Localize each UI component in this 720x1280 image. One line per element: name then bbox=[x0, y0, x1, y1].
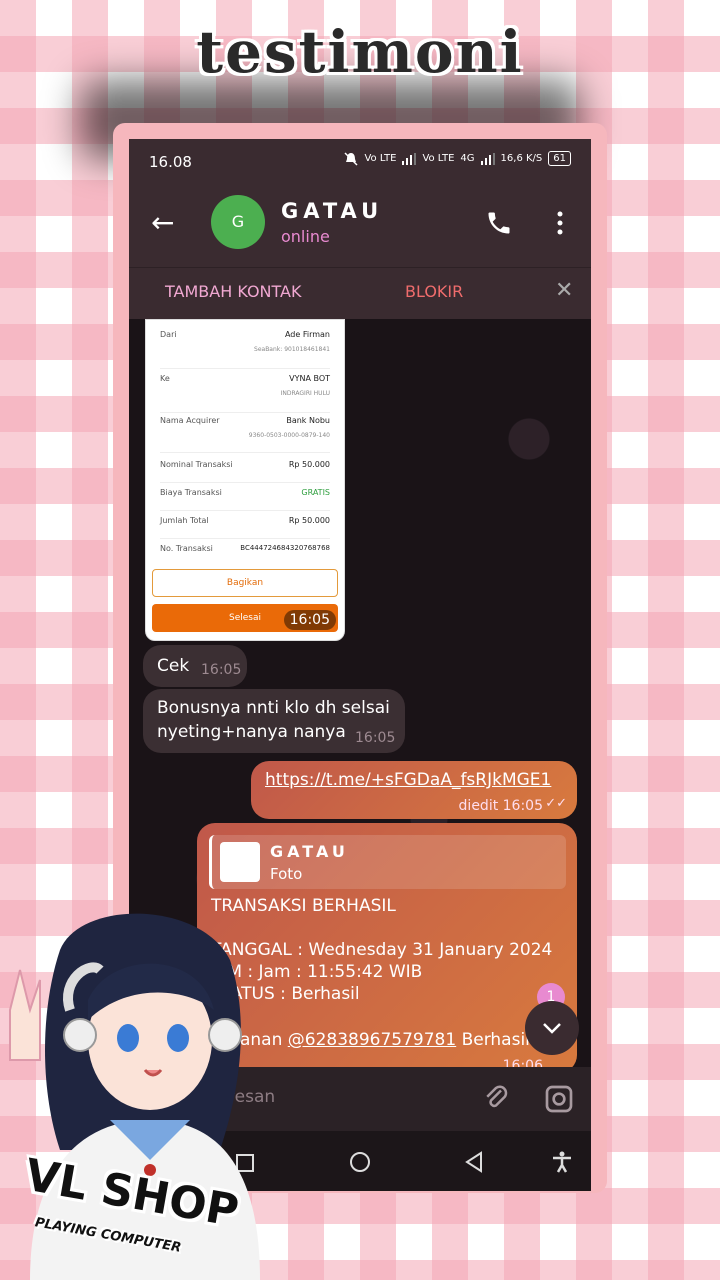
receipt-label: Dari bbox=[160, 330, 177, 339]
contact-status: online bbox=[281, 227, 330, 246]
receipt-row: Biaya Transaksi GRATIS bbox=[160, 488, 330, 511]
chevron-down-icon bbox=[543, 1023, 561, 1034]
receipt-label: Nominal Transaksi bbox=[160, 460, 233, 469]
message-text: nyeting+nanya nanya bbox=[157, 722, 346, 742]
message-time: 16:05 bbox=[201, 662, 242, 678]
incoming-message[interactable]: Cek 16:05 bbox=[143, 645, 247, 687]
message-text: Berhasil bbox=[456, 1030, 530, 1050]
page-title: testimoni bbox=[196, 18, 524, 86]
receipt-label: Biaya Transaksi bbox=[160, 488, 222, 497]
receipt-sub: SeaBank: 901018461841 bbox=[254, 346, 330, 353]
network-label-2: Vo LTE bbox=[422, 153, 455, 164]
back-arrow-icon[interactable]: ← bbox=[151, 209, 174, 237]
block-button[interactable]: BLOKIR bbox=[405, 282, 463, 301]
message-time: 16:05 bbox=[355, 730, 396, 746]
more-menu-icon[interactable] bbox=[553, 209, 567, 237]
double-check-icon: ✓✓ bbox=[545, 796, 567, 811]
receipt-label: Nama Acquirer bbox=[160, 416, 220, 425]
message-text: Cek bbox=[157, 656, 190, 676]
camera-icon[interactable] bbox=[543, 1083, 575, 1115]
outgoing-message[interactable]: https://t.me/+sFGDaA_fsRJkMGE1 diedit 16… bbox=[251, 761, 577, 819]
avatar[interactable]: G bbox=[211, 195, 265, 249]
status-time: 16.08 bbox=[149, 153, 192, 171]
network-label-3: 4G bbox=[460, 153, 475, 164]
reply-thumbnail bbox=[220, 842, 260, 882]
incoming-message[interactable]: Bonusnya nnti klo dh selsai nyeting+nany… bbox=[143, 689, 405, 753]
receipt-label: No. Transaksi bbox=[160, 544, 213, 553]
receipt-value: BC444724684320768768 bbox=[240, 544, 330, 552]
receipt-sub: 9360-0503-0000-0879-140 bbox=[248, 432, 330, 439]
receipt-row: Dari Ade Firman SeaBank: 901018461841 bbox=[160, 330, 330, 369]
reply-name: GATAU bbox=[270, 842, 349, 861]
receipt-value: Ade Firman bbox=[284, 330, 330, 339]
receipt-value: VYNA BOT bbox=[289, 374, 330, 383]
home-icon[interactable] bbox=[349, 1151, 371, 1173]
share-button: Bagikan bbox=[152, 569, 338, 597]
receipt-row: Ke VYNA BOT INDRAGIRI HULU bbox=[160, 374, 330, 413]
mention-link[interactable]: @62838967579781 bbox=[288, 1030, 456, 1050]
mute-bell-icon bbox=[344, 151, 358, 166]
network-speed: 16,6 K/S bbox=[500, 153, 543, 164]
receipt-value: Rp 50.000 bbox=[288, 460, 330, 469]
network-label-1: Vo LTE bbox=[364, 153, 397, 164]
signal-icon-2 bbox=[480, 152, 495, 165]
receipt-label: Jumlah Total bbox=[160, 516, 209, 525]
receipt-label: Ke bbox=[160, 374, 170, 383]
message-link[interactable]: https://t.me/+sFGDaA_fsRJkMGE1 bbox=[265, 769, 551, 791]
scroll-down-button[interactable] bbox=[525, 1001, 579, 1055]
receipt-row: Nama Acquirer Bank Nobu 9360-0503-0000-0… bbox=[160, 416, 330, 453]
receipt-value: GRATIS bbox=[301, 488, 330, 497]
close-icon[interactable]: ✕ bbox=[555, 278, 573, 303]
status-icons: Vo LTE Vo LTE 4G 16,6 K/S 61 bbox=[344, 151, 571, 166]
signal-icon bbox=[402, 152, 417, 165]
call-icon[interactable] bbox=[485, 209, 513, 237]
status-bar: 16.08 Vo LTE Vo LTE 4G 16,6 K/S 61 bbox=[129, 139, 591, 185]
receipt-row: No. Transaksi BC444724684320768768 bbox=[160, 544, 330, 562]
chat-header: ← G GATAU online bbox=[129, 185, 591, 267]
battery-icon: 61 bbox=[548, 151, 571, 166]
receipt-value: Bank Nobu bbox=[286, 416, 330, 425]
receipt-photo-message[interactable]: Dari Ade Firman SeaBank: 901018461841 Ke… bbox=[145, 319, 345, 641]
receipt-row: Jumlah Total Rp 50.000 bbox=[160, 516, 330, 539]
message-text: Bonusnya nnti klo dh selsai bbox=[157, 698, 390, 718]
contact-name[interactable]: GATAU bbox=[281, 199, 383, 223]
back-nav-icon[interactable] bbox=[463, 1151, 485, 1173]
receipt-value: Rp 50.000 bbox=[288, 516, 330, 525]
accessibility-icon[interactable] bbox=[551, 1151, 573, 1173]
attach-icon[interactable] bbox=[481, 1083, 511, 1113]
receipt-row: Nominal Transaksi Rp 50.000 bbox=[160, 460, 330, 483]
message-time: 16:05 bbox=[283, 610, 336, 630]
contact-action-bar: TAMBAH KONTAK BLOKIR ✕ bbox=[129, 267, 591, 320]
reply-type: Foto bbox=[270, 865, 303, 883]
reply-quote[interactable]: GATAU Foto bbox=[209, 835, 566, 889]
add-contact-button[interactable]: TAMBAH KONTAK bbox=[165, 282, 301, 301]
receipt-sub: INDRAGIRI HULU bbox=[280, 390, 330, 397]
message-time: diedit 16:05 bbox=[458, 798, 543, 814]
